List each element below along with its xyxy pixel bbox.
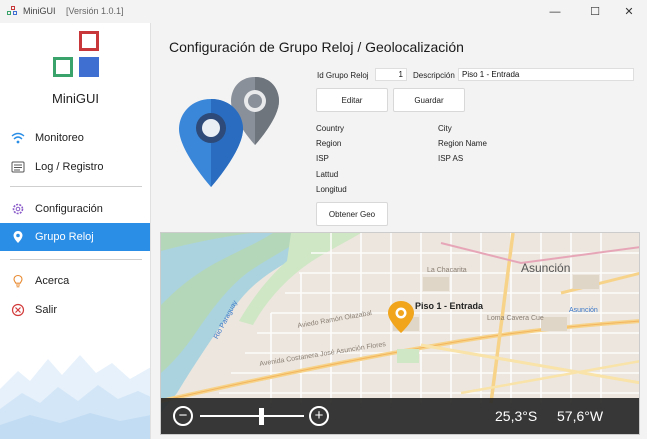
sidebar-item-acerca[interactable]: Acerca bbox=[0, 267, 150, 295]
zoom-slider[interactable] bbox=[200, 408, 304, 425]
id-grupo-reloj-field[interactable]: 1 bbox=[375, 68, 407, 81]
title-bar: MiniGUI [Versión 1.0.1] — ☐ ✕ bbox=[0, 0, 647, 23]
window-title: MiniGUI bbox=[23, 6, 56, 16]
zoom-in-button[interactable]: + bbox=[309, 406, 329, 426]
mountain-decoration bbox=[0, 355, 150, 439]
zoom-out-button[interactable]: − bbox=[173, 406, 193, 426]
map-view[interactable]: Asunción Asunción La Chacarita Loma Cave… bbox=[160, 232, 640, 435]
id-grupo-reloj-label: Id Grupo Reloj bbox=[317, 71, 369, 80]
descripcion-label: Descripción bbox=[413, 71, 455, 80]
sidebar-item-label: Configuración bbox=[35, 203, 103, 215]
latitude-readout: 25,3°S bbox=[495, 408, 538, 424]
map-marker-label: Piso 1 - Entrada bbox=[415, 301, 484, 311]
minimize-icon: — bbox=[549, 5, 561, 18]
latitud-label: Lattud bbox=[316, 170, 339, 179]
map-city-label: Asunción bbox=[521, 261, 571, 275]
window-version: [Versión 1.0.1] bbox=[66, 6, 124, 16]
sidebar-item-configuracion[interactable]: Configuración bbox=[0, 195, 150, 223]
sidebar-item-label: Log / Registro bbox=[35, 161, 104, 173]
close-button[interactable]: ✕ bbox=[614, 0, 644, 23]
sidebar-item-monitoreo[interactable]: Monitoreo bbox=[0, 124, 150, 152]
geolocation-pins-icon bbox=[179, 77, 279, 187]
bulb-icon bbox=[10, 273, 26, 289]
map-loma-label: Loma Cavera Cue bbox=[487, 315, 544, 322]
sidebar-item-label: Grupo Reloj bbox=[35, 231, 94, 243]
minigui-logo bbox=[53, 31, 101, 79]
sidebar-item-label: Monitoreo bbox=[35, 132, 84, 144]
sidebar: MiniGUI Monitoreo Log / Registro Configu… bbox=[0, 23, 151, 439]
sidebar-item-label: Acerca bbox=[35, 275, 70, 287]
brand-name: MiniGUI bbox=[52, 91, 99, 106]
isp-as-label: ISP AS bbox=[438, 154, 464, 163]
page-title: Configuración de Grupo Reloj / Geolocali… bbox=[169, 39, 464, 55]
sidebar-divider bbox=[10, 186, 142, 187]
edit-button[interactable]: Editar bbox=[316, 88, 388, 112]
exit-icon bbox=[10, 302, 26, 318]
sidebar-item-grupo-reloj[interactable]: Grupo Reloj bbox=[0, 223, 150, 251]
log-icon bbox=[10, 159, 26, 175]
region-name-label: Region Name bbox=[438, 139, 487, 148]
region-label: Region bbox=[316, 139, 342, 148]
map-la-chacarita-label: La Chacarita bbox=[427, 267, 467, 274]
close-icon: ✕ bbox=[624, 6, 634, 18]
map-toolbar: − + 25,3°S 57,6°W bbox=[161, 398, 639, 434]
longitud-label: Longitud bbox=[316, 185, 347, 194]
map-city-blue-label: Asunción bbox=[569, 307, 598, 314]
main-panel: Configuración de Grupo Reloj / Geolocali… bbox=[151, 23, 647, 439]
plus-icon: + bbox=[314, 407, 324, 424]
zoom-slider-thumb[interactable] bbox=[259, 408, 264, 425]
sidebar-divider bbox=[10, 259, 142, 260]
wifi-icon bbox=[10, 130, 26, 146]
app-icon bbox=[7, 6, 18, 17]
sidebar-item-log[interactable]: Log / Registro bbox=[0, 153, 150, 181]
descripcion-field[interactable]: Piso 1 - Entrada bbox=[458, 68, 634, 81]
sidebar-item-salir[interactable]: Salir bbox=[0, 296, 150, 324]
isp-label: ISP bbox=[316, 154, 329, 163]
location-icon bbox=[10, 229, 26, 245]
gear-icon bbox=[10, 201, 26, 217]
maximize-button[interactable]: ☐ bbox=[580, 0, 610, 23]
maximize-icon: ☐ bbox=[590, 6, 600, 18]
minimize-button[interactable]: — bbox=[540, 0, 570, 23]
sidebar-item-label: Salir bbox=[35, 304, 58, 316]
minus-icon: − bbox=[178, 407, 188, 424]
save-button[interactable]: Guardar bbox=[393, 88, 465, 112]
country-label: Country bbox=[316, 124, 345, 133]
city-label: City bbox=[438, 124, 452, 133]
obtener-geo-button[interactable]: Obtener Geo bbox=[316, 202, 388, 226]
longitude-readout: 57,6°W bbox=[557, 408, 604, 424]
